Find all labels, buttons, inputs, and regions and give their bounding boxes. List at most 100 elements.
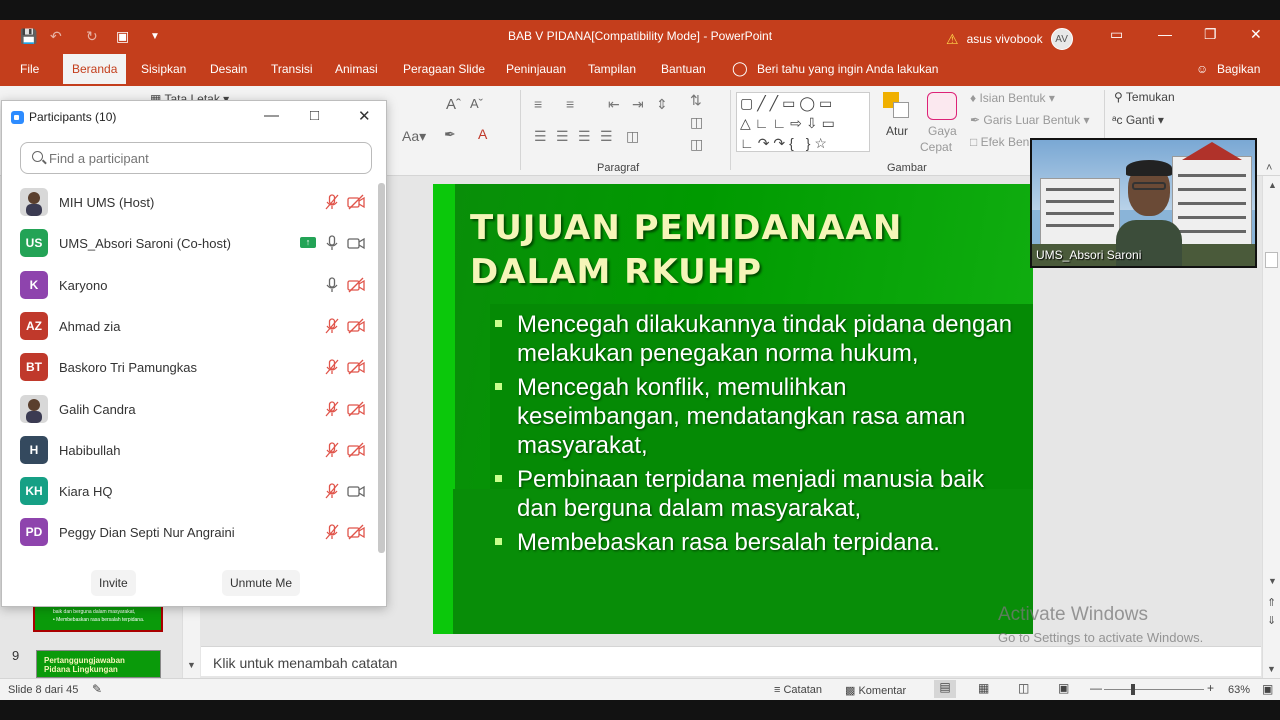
maximize-icon[interactable]: □ [310,107,319,124]
previous-slide-icon[interactable]: ⇑ [1267,596,1276,609]
numbering-icon[interactable]: ≡ [566,96,574,112]
align-text-icon[interactable]: ◫ [690,114,703,131]
accessibility-icon[interactable]: ✎ [92,682,102,696]
zoom-slider-thumb[interactable] [1131,684,1135,695]
zoom-out-icon[interactable]: — [1090,681,1102,695]
mic-muted-icon[interactable] [324,400,340,417]
mic-icon[interactable] [324,235,340,251]
tab-transisi[interactable]: Transisi [271,62,313,76]
arrange-button[interactable]: Atur [886,124,908,138]
participant-row[interactable]: BT Baskoro Tri Pamungkas [2,347,374,388]
participants-scrollbar[interactable] [378,183,385,553]
text-direction-icon[interactable]: ⇅ [690,92,702,109]
minimize-icon[interactable]: — [1158,26,1172,42]
normal-view-icon[interactable]: ▤ [934,680,956,698]
tab-peragaan-slide[interactable]: Peragaan Slide [403,62,485,76]
shapes-gallery[interactable]: ▢╱╱▭◯▭ △∟∟⇨⇩▭ ∟↷↷{ }☆ [736,92,870,152]
slideshow-icon[interactable]: ▣ [1058,681,1069,695]
search-input[interactable] [49,151,349,166]
decrease-font-icon[interactable]: Aˇ [470,96,483,111]
outdent-icon[interactable]: ⇤ [608,96,620,113]
arrange-icon[interactable] [883,92,911,120]
smartart-icon[interactable]: ◫ [690,136,703,153]
account-area[interactable]: ⚠ asus vivobook AV [946,28,1073,50]
increase-font-icon[interactable]: Aˆ [446,96,461,113]
slide-thumbnail-9[interactable]: Pertanggungjawaban Pidana Lingkungan [36,650,161,678]
video-tile[interactable]: UMS_Absori Saroni [1030,138,1257,268]
find-button[interactable]: ⚲ Temukan [1114,90,1175,104]
columns-icon[interactable]: ◫ [626,128,639,145]
participant-row[interactable]: KH Kiara HQ [2,471,374,512]
align-left-icon[interactable]: ☰ [534,128,547,145]
tab-desain[interactable]: Desain [210,62,247,76]
tab-beranda[interactable]: Beranda [63,54,127,86]
tell-me-box[interactable]: Beri tahu yang ingin Anda lakukan [757,62,938,76]
mic-muted-icon[interactable] [324,442,340,458]
mic-muted-icon[interactable] [324,359,340,375]
share-button[interactable]: Bagikan [1217,62,1260,76]
notes-pane[interactable]: Klik untuk menambah catatan [201,646,1261,676]
mic-muted-icon[interactable] [324,318,340,334]
change-case-icon[interactable]: Aa▾ [402,128,426,145]
scroll-down-arrow-icon[interactable]: ▼ [1268,576,1277,586]
close-icon[interactable]: ✕ [358,107,371,125]
scroll-up-arrow-icon[interactable]: ▲ [1268,180,1277,190]
zoom-slider[interactable] [1104,689,1204,690]
video-off-icon[interactable] [347,442,365,458]
unmute-me-button[interactable]: Unmute Me [222,570,301,596]
participant-search[interactable] [20,142,372,174]
minimize-icon[interactable]: — [264,107,279,124]
close-icon[interactable]: ✕ [1250,26,1262,43]
avatar[interactable]: AV [1050,28,1073,50]
slide-sorter-icon[interactable]: ▦ [978,681,989,695]
slide-bullet-list[interactable]: Mencegah dilakukannya tindak pidana deng… [495,310,1015,562]
tab-tampilan[interactable]: Tampilan [588,62,636,76]
participant-row[interactable]: MIH UMS (Host) [2,182,374,223]
shape-outline-button[interactable]: ✒ Garis Luar Bentuk ▾ [970,113,1089,127]
reading-view-icon[interactable]: ◫ [1018,681,1029,695]
indent-icon[interactable]: ⇥ [632,96,644,113]
ribbon-display-icon[interactable]: ▭ [1110,26,1123,43]
comments-button[interactable]: ▩ Komentar [845,684,906,697]
video-off-icon[interactable] [347,524,365,540]
participant-row[interactable]: H Habibullah [2,430,374,471]
justify-icon[interactable]: ☰ [600,128,613,145]
shape-fill-button[interactable]: ♦ Isian Bentuk ▾ [970,91,1055,105]
participant-row[interactable]: PD Peggy Dian Septi Nur Angraini [2,512,374,553]
line-spacing-icon[interactable]: ⇕ [656,96,668,113]
participant-row[interactable]: Galih Candra [2,389,374,430]
video-off-icon[interactable] [347,401,365,417]
scroll-down-icon[interactable]: ▼ [187,660,196,670]
participant-row[interactable]: K Karyono [2,265,374,306]
video-icon[interactable] [347,235,365,251]
tab-bantuan[interactable]: Bantuan [661,62,706,76]
editor-scrollbar[interactable]: ˄ ▲ ▼ ⇑ ⇓ ▼ [1262,162,1280,678]
mic-muted-icon[interactable] [324,524,340,540]
scroll-thumb[interactable] [1265,252,1278,268]
mic-icon[interactable] [324,276,340,293]
mic-muted-icon[interactable] [324,194,340,210]
slide-canvas[interactable]: TUJUAN PEMIDANAAN DALAM RKUHP Mencegah d… [433,184,1033,634]
align-center-icon[interactable]: ☰ [556,128,569,145]
highlight-icon[interactable]: ✒ [444,126,456,143]
video-off-icon[interactable] [347,318,365,334]
slide-title[interactable]: TUJUAN PEMIDANAAN DALAM RKUHP [470,206,902,294]
participant-row[interactable]: US UMS_Absori Saroni (Co-host) ↑ [2,223,374,264]
scroll-up-icon[interactable]: ˄ [1266,162,1272,174]
replace-button[interactable]: ᵃc Ganti ▾ [1112,113,1164,127]
fit-to-window-icon[interactable]: ▣ [1262,682,1273,696]
quick-styles-label-2[interactable]: Cepat [920,140,952,154]
bullets-icon[interactable]: ≡ [534,96,542,112]
participant-row[interactable]: AZ Ahmad zia [2,306,374,347]
mic-muted-icon[interactable] [324,483,340,499]
align-right-icon[interactable]: ☰ [578,128,591,145]
zoom-level[interactable]: 63% [1228,684,1250,696]
video-off-icon[interactable] [347,359,365,375]
tab-sisipkan[interactable]: Sisipkan [141,62,186,76]
video-off-icon[interactable] [347,194,365,210]
quick-styles-icon[interactable] [927,92,957,120]
font-color-icon[interactable]: A [478,126,487,142]
notes-button[interactable]: ≡ Catatan [774,684,822,696]
video-off-icon[interactable] [347,277,365,293]
video-icon[interactable] [347,483,365,499]
